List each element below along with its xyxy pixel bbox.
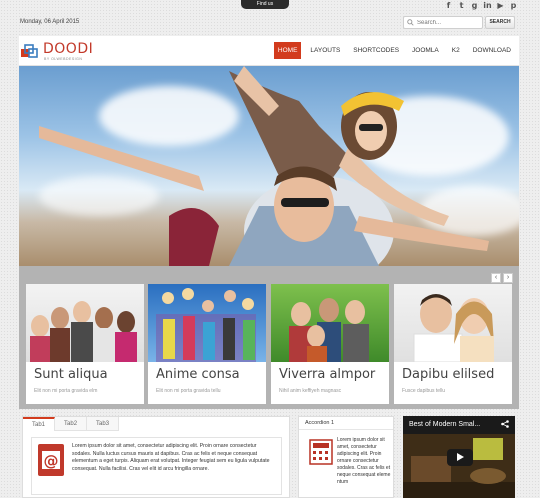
accordion-module: Accordion 1 Lorem ipsum dolor sit amet, … — [298, 416, 394, 498]
linkedin-icon[interactable]: in — [483, 1, 492, 11]
search-box — [403, 16, 483, 29]
find-us-tab[interactable]: Find us — [241, 0, 289, 9]
nav-item-home[interactable]: HOME — [273, 42, 302, 59]
googleplus-icon[interactable]: g — [470, 1, 479, 11]
main-nav: HOME LAYOUTS SHORTCODES JOOMLA K2 DOWNLO… — [273, 42, 515, 59]
accordion-header[interactable]: Accordion 1 — [299, 417, 393, 430]
site-header: DOODI BY OLWEBDESIGN HOME LAYOUTS SHORTC… — [19, 36, 519, 66]
tab-1[interactable]: Tab1 — [23, 417, 56, 431]
card-description: Elit non mi porta gravida elm — [34, 388, 98, 394]
card-image — [26, 284, 144, 362]
pinterest-icon[interactable]: p — [509, 1, 518, 11]
tab-3[interactable]: Tab3 — [87, 417, 120, 431]
carousel-card[interactable]: Sunt aliqua Elit non mi porta gravida el… — [26, 284, 144, 404]
card-description: Fusce dapibus tellu — [402, 388, 446, 394]
search-input[interactable] — [417, 19, 477, 26]
tab-2[interactable]: Tab2 — [55, 417, 88, 431]
carousel-card[interactable]: Dapibu elilsed Fusce dapibus tellu — [394, 284, 512, 404]
card-description: Nihil anim keffiyeh magnasc — [279, 388, 342, 394]
video-title[interactable]: Best of Modern Smal... — [409, 421, 480, 428]
logo-icon — [21, 44, 38, 58]
facebook-icon[interactable]: f — [444, 1, 453, 11]
nav-item-download[interactable]: DOWNLOAD — [469, 42, 515, 59]
tab-panel: @ Lorem ipsum dolor sit amet, consectetu… — [31, 437, 282, 495]
search-icon — [407, 19, 414, 26]
carousel-card[interactable]: Viverra almpor Nihil anim keffiyeh magna… — [271, 284, 389, 404]
nav-item-shortcodes[interactable]: SHORTCODES — [349, 42, 403, 59]
play-button[interactable] — [447, 449, 473, 466]
carousel-card[interactable]: Anime consa Elit non mi porta gravida te… — [148, 284, 266, 404]
current-date: Monday, 06 April 2015 — [20, 19, 80, 25]
youtube-icon[interactable]: ▶ — [496, 1, 505, 11]
card-image — [271, 284, 389, 362]
card-title[interactable]: Anime consa — [156, 367, 240, 382]
tabs-module: Tab1 Tab2 Tab3 @ Lorem ipsum dolor sit a… — [22, 416, 290, 498]
social-links: f t g in ▶ p — [444, 1, 518, 11]
calculator-icon — [309, 439, 333, 465]
svg-text:@: @ — [44, 452, 59, 470]
card-description: Elit non mi porta gravida tellu — [156, 388, 221, 394]
logo-text[interactable]: DOODI — [43, 41, 93, 57]
logo-subtitle: BY OLWEBDESIGN — [44, 57, 83, 61]
card-title[interactable]: Dapibu elilsed — [402, 367, 494, 382]
nav-item-layouts[interactable]: LAYOUTS — [306, 42, 344, 59]
card-image — [394, 284, 512, 362]
video-player[interactable]: Best of Modern Smal... — [403, 416, 515, 498]
carousel-prev-button[interactable]: ‹ — [491, 273, 501, 283]
tab-list: Tab1 Tab2 Tab3 — [23, 417, 120, 431]
card-title[interactable]: Sunt aliqua — [34, 367, 108, 382]
email-icon: @ — [38, 444, 64, 476]
twitter-icon[interactable]: t — [457, 1, 466, 11]
carousel-next-button[interactable]: › — [503, 273, 513, 283]
tab-content-text: Lorem ipsum dolor sit amet, consectetur … — [72, 443, 270, 472]
share-icon[interactable] — [501, 420, 509, 428]
card-title[interactable]: Viverra almpor — [279, 367, 375, 382]
accordion-content-text: Lorem ipsum dolor sit amet, consectetur … — [337, 437, 391, 485]
nav-item-k2[interactable]: K2 — [448, 42, 464, 59]
nav-item-joomla[interactable]: JOOMLA — [408, 42, 443, 59]
search-button[interactable]: SEARCH — [485, 16, 515, 29]
card-image — [148, 284, 266, 362]
hero-slide-image[interactable] — [19, 66, 519, 266]
